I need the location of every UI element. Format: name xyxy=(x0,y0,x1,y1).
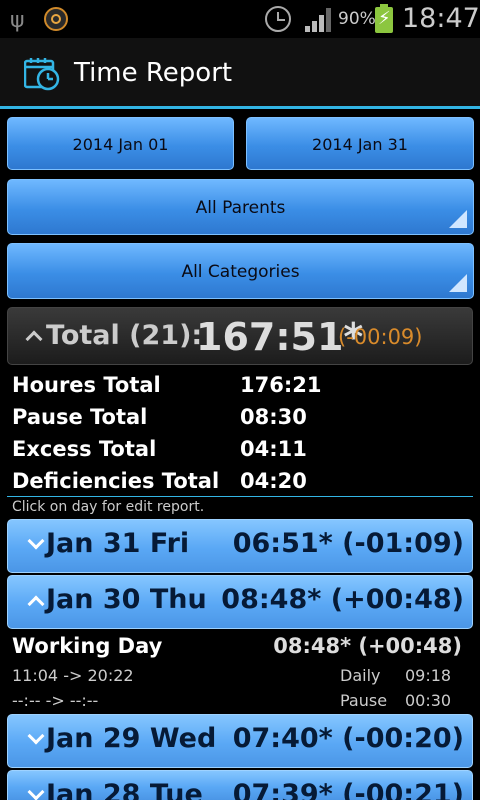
usb-icon: ψ xyxy=(10,8,25,33)
signal-icon xyxy=(305,8,335,32)
total-difference: (-00:09) xyxy=(338,325,423,349)
day-time: 07:40* (-00:20) xyxy=(232,723,464,754)
calendar-clock-icon xyxy=(24,58,60,91)
hint-text: Click on day for edit report. xyxy=(12,499,205,515)
parents-select[interactable]: All Parents xyxy=(7,179,474,235)
entry-title[interactable]: Working Day xyxy=(12,634,162,658)
day-time: 06:51* (-01:09) xyxy=(232,528,464,559)
day-row[interactable]: Jan 28 Tue 07:39* (-00:21) xyxy=(7,770,473,800)
day-name: Jan 28 Tue xyxy=(46,779,203,800)
title-divider xyxy=(0,106,480,109)
entry-time-range-empty: --:-- -> --:-- xyxy=(12,691,99,710)
entry-time-range: 11:04 -> 20:22 xyxy=(12,666,134,685)
total-label: Total (21): xyxy=(46,320,203,351)
battery-icon: ⚡ xyxy=(375,4,393,33)
stat-label-excess: Excess Total xyxy=(12,437,157,461)
action-bar: Time Report xyxy=(0,38,480,106)
date-from-button[interactable]: 2014 Jan 01 xyxy=(7,117,234,170)
day-time: 08:48* (+00:48) xyxy=(221,584,464,615)
date-to-button[interactable]: 2014 Jan 31 xyxy=(246,117,474,170)
expand-icon xyxy=(27,727,45,745)
expand-icon xyxy=(27,532,45,550)
day-row[interactable]: Jan 29 Wed 07:40* (-00:20) xyxy=(7,714,473,768)
entry-value: 08:48* (+00:48) xyxy=(273,634,462,658)
daily-label: Daily xyxy=(340,666,381,685)
day-name: Jan 31 Fri xyxy=(46,528,190,559)
collapse-icon xyxy=(27,595,45,613)
stat-label-hours: Houres Total xyxy=(12,373,161,397)
categories-select[interactable]: All Categories xyxy=(7,243,474,299)
pause-value: 00:30 xyxy=(405,691,452,710)
status-bar: ψ 90% ⚡ 18:47 xyxy=(0,0,480,38)
stat-value-deficiencies: 04:20 xyxy=(240,469,307,493)
stat-value-pause: 08:30 xyxy=(240,405,307,429)
day-name: Jan 29 Wed xyxy=(46,723,217,754)
stat-value-hours: 176:21 xyxy=(240,373,322,397)
battery-percent: 90% xyxy=(338,9,376,29)
collapse-icon xyxy=(25,330,43,348)
day-name: Jan 30 Thu xyxy=(46,584,207,615)
expand-icon xyxy=(27,783,45,800)
stat-value-excess: 04:11 xyxy=(240,437,307,461)
page-title: Time Report xyxy=(74,58,233,88)
clock: 18:47 xyxy=(402,3,480,34)
alarm-icon xyxy=(265,6,291,32)
day-row[interactable]: Jan 31 Fri 06:51* (-01:09) xyxy=(7,519,473,573)
app-notification-icon xyxy=(44,7,68,31)
stat-label-deficiencies: Deficiencies Total xyxy=(12,469,220,493)
stats-divider xyxy=(7,496,473,497)
day-time: 07:39* (-00:21) xyxy=(232,779,464,800)
total-header[interactable]: Total (21): 167:51* (-00:09) xyxy=(7,307,473,365)
daily-value: 09:18 xyxy=(405,666,452,685)
day-row[interactable]: Jan 30 Thu 08:48* (+00:48) xyxy=(7,575,473,629)
stat-label-pause: Pause Total xyxy=(12,405,148,429)
pause-label: Pause xyxy=(340,691,388,710)
